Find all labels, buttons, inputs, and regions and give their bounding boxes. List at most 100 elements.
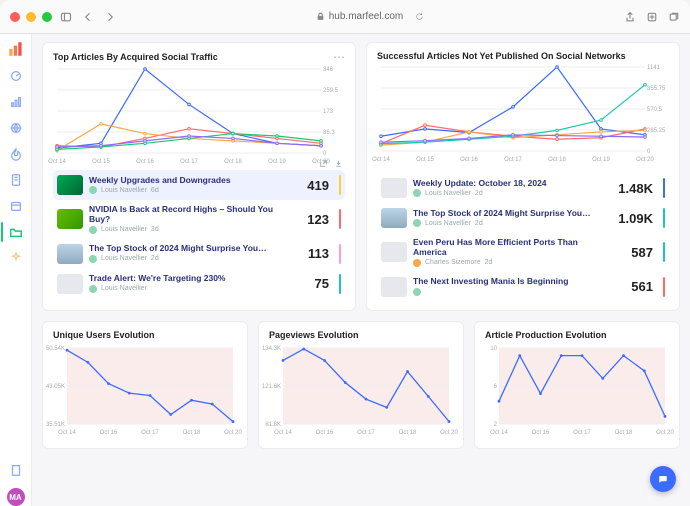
- nav-fire-icon[interactable]: [8, 146, 24, 162]
- svg-text:Oct 20: Oct 20: [656, 430, 674, 436]
- svg-text:Oct 16: Oct 16: [460, 157, 478, 163]
- chart-unique-users: 35.51K43.05K50.54KOct 14Oct 16Oct 17Oct …: [53, 344, 237, 436]
- article-row[interactable]: The Top Stock of 2024 Might Surprise You…: [377, 203, 669, 233]
- article-bar-icon: [663, 178, 665, 198]
- article-row[interactable]: Weekly Upgrades and Downgrades Louis Nav…: [53, 170, 345, 200]
- fullscreen-window-icon[interactable]: [42, 12, 52, 22]
- sidebar-toggle-icon[interactable]: [60, 11, 72, 23]
- url-bar[interactable]: hub.marfeel.com: [316, 11, 424, 22]
- svg-text:Oct 14: Oct 14: [58, 430, 76, 436]
- article-author: Louis Navellier: [101, 187, 147, 194]
- svg-text:0: 0: [647, 149, 651, 155]
- article-age: 2d: [485, 259, 493, 266]
- article-row[interactable]: The Next Investing Mania Is Beginning 56…: [377, 272, 669, 302]
- panel-title: Pageviews Evolution: [269, 330, 453, 340]
- panel-title: Top Articles By Acquired Social Traffic: [53, 52, 218, 62]
- nav-folder-icon[interactable]: [8, 224, 24, 240]
- svg-text:Oct 16: Oct 16: [136, 159, 154, 165]
- article-bar-icon: [339, 175, 341, 195]
- nav-back-icon[interactable]: [82, 11, 94, 23]
- svg-text:855.75: 855.75: [647, 86, 666, 92]
- panel-successful: Successful Articles Not Yet Published On…: [366, 42, 680, 311]
- article-thumbnail: [57, 175, 83, 195]
- panel-top-social: Top Articles By Acquired Social Traffic …: [42, 42, 356, 311]
- article-age: 2d: [475, 190, 483, 197]
- article-metric: 1.09K: [618, 211, 653, 226]
- panel-menu-icon[interactable]: ⋯: [333, 51, 345, 63]
- new-tab-icon[interactable]: [646, 11, 658, 23]
- article-thumbnail: [381, 242, 407, 262]
- lock-icon: [316, 12, 325, 21]
- article-author: Louis Navellier: [101, 285, 147, 292]
- panel-pageviews: Pageviews Evolution 81.8K121.6K134.3KOct…: [258, 321, 464, 449]
- svg-text:Oct 16: Oct 16: [532, 430, 550, 436]
- reload-icon[interactable]: [415, 12, 424, 21]
- article-row[interactable]: Trade Alert: We're Targeting 230% Louis …: [53, 269, 345, 299]
- tabs-icon[interactable]: [668, 11, 680, 23]
- app-logo-icon[interactable]: [7, 40, 25, 58]
- article-row[interactable]: NVIDIA Is Back at Record Highs – Should …: [53, 200, 345, 239]
- article-title: NVIDIA Is Back at Record Highs – Should …: [89, 205, 289, 225]
- svg-text:0: 0: [323, 151, 327, 157]
- article-thumbnail: [381, 178, 407, 198]
- article-row[interactable]: The Top Stock of 2024 Might Surprise You…: [53, 239, 345, 269]
- nav-forward-icon[interactable]: [104, 11, 116, 23]
- panel-article-production: Article Production Evolution 2610Oct 14O…: [474, 321, 680, 449]
- author-avatar-icon: [89, 226, 97, 234]
- svg-text:Oct 18: Oct 18: [399, 430, 417, 436]
- nav-map-icon[interactable]: [8, 120, 24, 136]
- nav-analytics-icon[interactable]: [8, 94, 24, 110]
- article-author: Charles Sizemore: [425, 259, 481, 266]
- article-row[interactable]: Weekly Update: October 18, 2024 Louis Na…: [377, 173, 669, 203]
- app-sidebar: MA: [0, 34, 32, 506]
- svg-text:285.25: 285.25: [647, 128, 666, 134]
- article-title: The Next Investing Mania Is Beginning: [413, 277, 613, 287]
- article-title: The Top Stock of 2024 Might Surprise You…: [413, 209, 612, 219]
- close-window-icon[interactable]: [10, 12, 20, 22]
- article-list-left: Weekly Upgrades and Downgrades Louis Nav…: [53, 170, 345, 299]
- author-avatar-icon: [89, 255, 97, 263]
- chart-pageviews: 81.8K121.6K134.3KOct 14Oct 16Oct 17Oct 1…: [269, 344, 453, 436]
- svg-text:Oct 14: Oct 14: [490, 430, 508, 436]
- nav-sparkle-icon[interactable]: [8, 250, 24, 266]
- main-content: Top Articles By Acquired Social Traffic …: [32, 34, 690, 506]
- svg-text:Oct 16: Oct 16: [100, 430, 118, 436]
- article-bar-icon: [663, 277, 665, 297]
- article-thumbnail: [57, 274, 83, 294]
- panel-title: Article Production Evolution: [485, 330, 669, 340]
- nav-dashboard-icon[interactable]: [8, 68, 24, 84]
- article-thumbnail: [381, 208, 407, 228]
- svg-text:35.51K: 35.51K: [46, 422, 65, 428]
- svg-text:346: 346: [323, 67, 334, 73]
- svg-text:Oct 18: Oct 18: [615, 430, 633, 436]
- svg-text:Oct 17: Oct 17: [573, 430, 591, 436]
- nav-calendar-icon[interactable]: [8, 198, 24, 214]
- svg-text:6: 6: [494, 384, 498, 390]
- user-avatar[interactable]: MA: [7, 488, 25, 506]
- article-row[interactable]: Even Peru Has More Efficient Ports Than …: [377, 233, 669, 272]
- article-title: Trade Alert: We're Targeting 230%: [89, 274, 289, 284]
- article-metric: 1.48K: [618, 181, 653, 196]
- author-avatar-icon: [89, 285, 97, 293]
- author-avatar-icon: [413, 189, 421, 197]
- chart-top-social: 086.3173259.5346Oct 14Oct 15Oct 16Oct 17…: [53, 65, 345, 165]
- svg-text:Oct 15: Oct 15: [416, 157, 434, 163]
- svg-text:Oct 16: Oct 16: [316, 430, 334, 436]
- article-author: Louis Navellier: [425, 220, 471, 227]
- article-metric: 113: [295, 246, 329, 261]
- svg-text:173: 173: [323, 109, 334, 115]
- svg-text:Oct 18: Oct 18: [224, 159, 242, 165]
- nav-building-icon[interactable]: [8, 462, 24, 478]
- svg-text:Oct 15: Oct 15: [92, 159, 110, 165]
- svg-text:50.54K: 50.54K: [46, 346, 65, 352]
- svg-text:Oct 20: Oct 20: [440, 430, 458, 436]
- author-avatar-icon: [413, 219, 421, 227]
- svg-text:Oct 18: Oct 18: [548, 157, 566, 163]
- share-icon[interactable]: [624, 11, 636, 23]
- nav-document-icon[interactable]: [8, 172, 24, 188]
- minimize-window-icon[interactable]: [26, 12, 36, 22]
- svg-text:Oct 19: Oct 19: [268, 159, 286, 165]
- svg-text:Oct 14: Oct 14: [274, 430, 292, 436]
- help-fab[interactable]: [650, 466, 676, 492]
- svg-text:Oct 17: Oct 17: [504, 157, 522, 163]
